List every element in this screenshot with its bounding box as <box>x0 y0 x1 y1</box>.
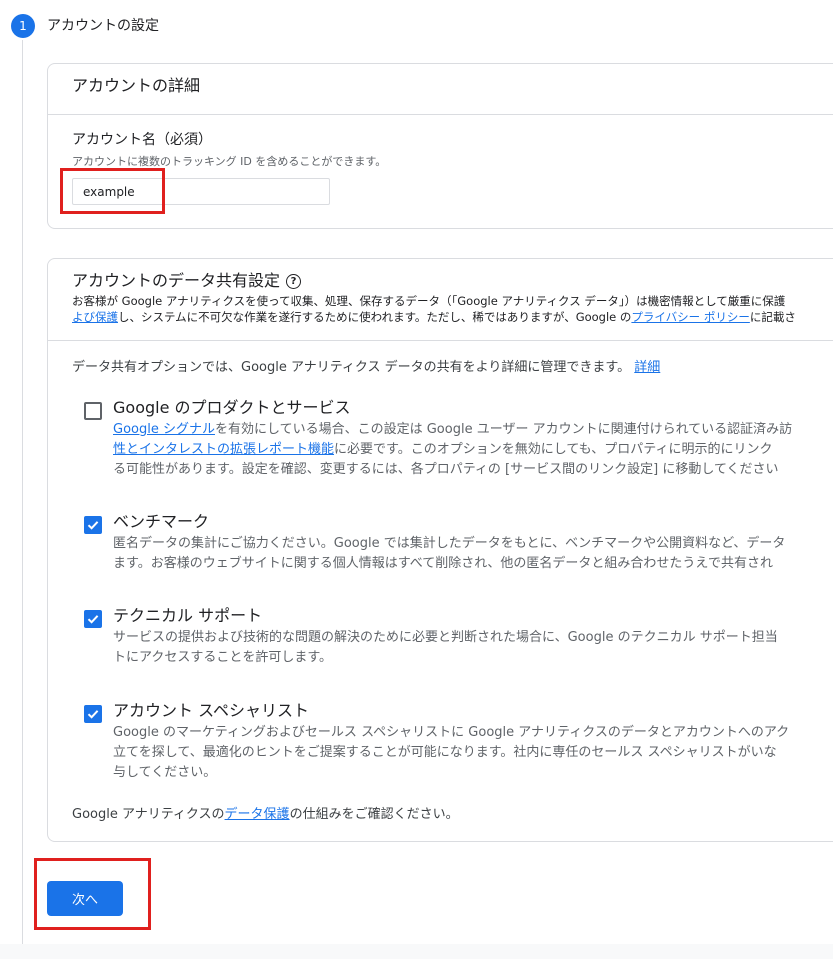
step-number-badge: 1 <box>11 14 35 38</box>
desc-text: る可能性があります。設定を確認、変更するには、各プロパティの [サービス間のリン… <box>113 462 779 477</box>
desc-text: ます。お客様のウェブサイトに関する個人情報はすべて削除され、他の匿名データと組み… <box>113 556 774 571</box>
desc-text: 立てを探して、最適化のヒントをご提案することが可能になります。社内に専任のセール… <box>113 745 777 760</box>
data-sharing-desc-line2: よび保護し、システムに不可欠な作業を遂行するために使われます。ただし、稀ではあり… <box>72 309 833 325</box>
desc-text: Google のマーケティングおよびセールス スペシャリストに Google ア… <box>113 725 790 740</box>
option-title: テクニカル サポート <box>113 606 263 625</box>
data-protection-footnote: Google アナリティクスのデータ保護の仕組みをご確認ください。 <box>72 805 459 825</box>
desc-text: 与してください。 <box>113 765 217 780</box>
step-connector-line <box>22 40 23 944</box>
option-google-products: Google のプロダクトとサービス Google シグナルを有効にしている場合… <box>84 397 833 477</box>
highlight-box-next-button <box>34 858 151 930</box>
data-sharing-card: アカウントのデータ共有設定? お客様が Google アナリティクスを使って収集… <box>47 258 833 842</box>
desc-text: を有効にしている場合、この設定は Google ユーザー アカウントに関連付けら… <box>214 422 793 437</box>
data-protection-link[interactable]: よび保護 <box>72 310 118 324</box>
account-name-label: アカウント名（必須） <box>72 132 212 148</box>
data-sharing-title: アカウントのデータ共有設定? <box>72 270 302 292</box>
card-divider <box>48 114 833 115</box>
step-title: アカウントの設定 <box>47 18 159 34</box>
desc-text: し、システムに不可欠な作業を遂行するために使われます。ただし、稀ではありますが、… <box>118 310 632 324</box>
account-details-title: アカウントの詳細 <box>72 76 201 95</box>
checkmark-icon <box>87 521 99 530</box>
option-technical-support: テクニカル サポート サービスの提供および技術的な問題の解決のために必要と判断さ… <box>84 605 833 665</box>
demographics-reports-link[interactable]: 性とインタレストの拡張レポート機能 <box>113 442 334 457</box>
desc-text: 匿名データの集計にご協力ください。Google では集計したデータをもとに、ベン… <box>113 536 786 551</box>
option-title: ベンチマーク <box>113 512 210 531</box>
account-specialist-checkbox[interactable] <box>84 705 102 723</box>
card-divider <box>48 340 833 341</box>
data-protection-footnote-link[interactable]: データ保護 <box>225 807 290 822</box>
option-benchmark: ベンチマーク 匿名データの集計にご協力ください。Google では集計したデータ… <box>84 511 833 571</box>
checkmark-icon <box>87 615 99 624</box>
help-icon[interactable]: ? <box>286 274 302 289</box>
checkmark-icon <box>87 710 99 719</box>
intro-text: データ共有オプションでは、Google アナリティクス データの共有をより詳細に… <box>72 360 631 375</box>
desc-text: トにアクセスすることを許可します。 <box>113 650 333 665</box>
data-sharing-title-text: アカウントのデータ共有設定 <box>72 271 281 290</box>
option-description: 匿名データの集計にご協力ください。Google では集計したデータをもとに、ベン… <box>113 534 833 574</box>
option-description: サービスの提供および技術的な問題の解決のために必要と判断された場合に、Googl… <box>113 628 833 668</box>
setup-page: 1 アカウントの設定 アカウントの詳細 アカウント名（必須） アカウントに複数の… <box>0 0 833 944</box>
privacy-policy-link[interactable]: プライバシー ポリシー <box>631 310 749 324</box>
google-signals-link[interactable]: Google シグナル <box>113 422 215 437</box>
google-products-checkbox[interactable] <box>84 402 102 420</box>
desc-tail: に記載さ <box>749 310 796 324</box>
details-link[interactable]: 詳細 <box>634 360 660 375</box>
desc-text: サービスの提供および技術的な問題の解決のために必要と判断された場合に、Googl… <box>113 630 778 645</box>
option-title: Google のプロダクトとサービス <box>113 398 351 417</box>
option-title: アカウント スペシャリスト <box>113 701 309 720</box>
desc-text: に必要です。このオプションを無効にしても、プロパティに明示的にリンク <box>334 442 773 457</box>
option-description: Google のマーケティングおよびセールス スペシャリストに Google ア… <box>113 723 833 783</box>
footnote-text: の仕組みをご確認ください。 <box>289 807 459 822</box>
footnote-text: Google アナリティクスの <box>72 807 225 822</box>
data-sharing-desc-line1: お客様が Google アナリティクスを使って収集、処理、保存するデータ（「Go… <box>72 294 786 308</box>
option-account-specialist: アカウント スペシャリスト Google のマーケティングおよびセールス スペシ… <box>84 700 833 780</box>
data-sharing-intro: データ共有オプションでは、Google アナリティクス データの共有をより詳細に… <box>72 358 660 378</box>
option-description: Google シグナルを有効にしている場合、この設定は Google ユーザー … <box>113 420 833 480</box>
benchmark-checkbox[interactable] <box>84 516 102 534</box>
technical-support-checkbox[interactable] <box>84 610 102 628</box>
highlight-box-account-name <box>60 168 165 214</box>
